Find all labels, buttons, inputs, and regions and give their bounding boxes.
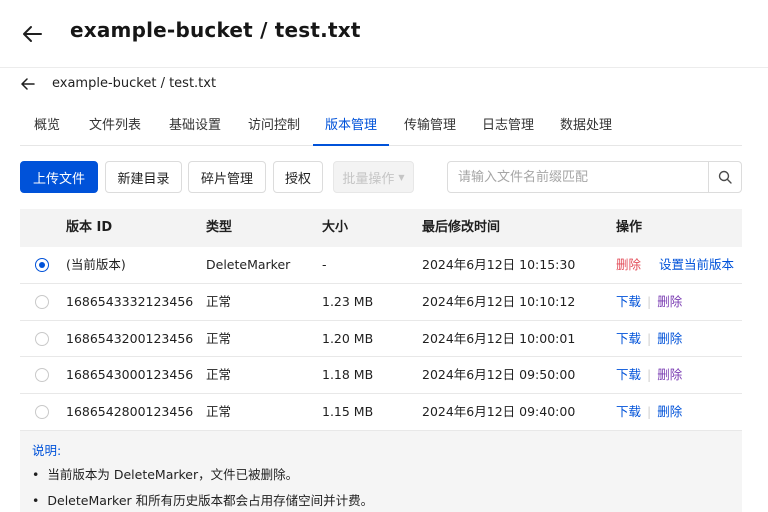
delete-link[interactable]: 删除 — [657, 367, 682, 382]
table-row: 1686543200123456 正常 1.20 MB 2024年6月12日 1… — [20, 320, 742, 358]
action-divider: | — [647, 330, 652, 346]
cell-version-id: 1686543332123456 — [66, 293, 194, 309]
cell-version-id: 1686543200123456 — [66, 330, 194, 346]
cell-modified: 2024年6月12日 09:40:00 — [422, 404, 576, 420]
cell-size: 1.20 MB — [322, 330, 374, 346]
batch-operation-label: 批量操作 — [342, 171, 395, 187]
delete-link[interactable]: 删除 — [657, 294, 682, 309]
chevron-down-icon: ▼ — [398, 172, 405, 182]
batch-operation-button[interactable]: 批量操作 ▼ — [333, 161, 414, 193]
notes-item: DeleteMarker 和所有历史版本都会占用存储空间并计费。 — [32, 489, 730, 512]
column-header-type: 类型 — [206, 220, 233, 235]
column-header-size: 大小 — [322, 220, 349, 235]
action-divider: | — [647, 293, 652, 309]
breadcrumb-path: example-bucket / test.txt — [52, 76, 217, 91]
download-link[interactable]: 下载 — [616, 331, 641, 346]
cell-modified: 2024年6月12日 10:00:01 — [422, 330, 576, 346]
new-directory-button[interactable]: 新建目录 — [105, 161, 182, 193]
table-row: 1686543332123456 正常 1.23 MB 2024年6月12日 1… — [20, 283, 742, 321]
table-row: 1686542800123456 正常 1.15 MB 2024年6月12日 0… — [20, 394, 742, 431]
download-link[interactable]: 下载 — [616, 294, 641, 309]
cell-type: 正常 — [206, 293, 232, 309]
tab-bar: 概览 文件列表 基础设置 访问控制 版本管理 传输管理 日志管理 数据处理 — [20, 108, 742, 146]
table-row: 1686543000123456 正常 1.18 MB 2024年6月12日 0… — [20, 357, 742, 395]
table-header: 版本 ID 类型 大小 最后修改时间 操作 — [20, 209, 742, 247]
notes-title: 说明: — [32, 443, 62, 458]
set-current-version-link[interactable]: 设置当前版本 — [659, 257, 734, 272]
fragment-management-button[interactable]: 碎片管理 — [188, 161, 266, 193]
notes-panel: 说明: 当前版本为 DeleteMarker，文件已被删除。 DeleteMar… — [20, 431, 742, 512]
cell-type: 正常 — [206, 330, 232, 346]
tab-file-list[interactable]: 文件列表 — [89, 108, 141, 146]
delete-link[interactable]: 删除 — [657, 404, 682, 419]
tab-access-control[interactable]: 访问控制 — [248, 108, 300, 146]
tab-transfer-management[interactable]: 传输管理 — [404, 108, 456, 146]
cell-type: 正常 — [206, 367, 232, 383]
page-title: example-bucket / test.txt — [70, 18, 361, 42]
search-input[interactable] — [448, 162, 710, 192]
cell-size: 1.23 MB — [322, 293, 374, 309]
tab-data-processing[interactable]: 数据处理 — [560, 108, 612, 146]
row-radio[interactable] — [35, 368, 49, 383]
column-header-modified: 最后修改时间 — [422, 220, 501, 235]
cell-version-id: 1686543000123456 — [66, 367, 194, 383]
breadcrumb: example-bucket / test.txt — [0, 72, 768, 96]
delete-link[interactable]: 删除 — [657, 331, 682, 346]
cell-size: 1.18 MB — [322, 367, 374, 383]
tab-basic-settings[interactable]: 基础设置 — [169, 108, 221, 146]
cell-size: 1.15 MB — [322, 404, 374, 420]
row-radio[interactable] — [35, 258, 49, 272]
column-header-version-id: 版本 ID — [66, 220, 113, 235]
row-radio[interactable] — [35, 331, 49, 346]
table-row: (当前版本) DeleteMarker - 2024年6月12日 10:15:3… — [20, 247, 742, 284]
toolbar: 上传文件 新建目录 碎片管理 授权 批量操作 ▼ — [20, 161, 742, 194]
cell-version-id: 1686542800123456 — [66, 404, 194, 420]
cell-actions: 下载 | 删除 — [616, 357, 682, 393]
row-radio[interactable] — [35, 294, 49, 309]
cell-type: DeleteMarker — [206, 257, 291, 272]
tab-overview[interactable]: 概览 — [34, 108, 60, 146]
row-radio[interactable] — [35, 405, 49, 420]
cell-version-id: (当前版本) — [66, 257, 126, 272]
download-link[interactable]: 下载 — [616, 367, 641, 382]
download-link[interactable]: 下载 — [616, 404, 641, 419]
cell-actions: 下载 | 删除 — [616, 394, 682, 430]
cell-type: 正常 — [206, 404, 232, 420]
cell-modified: 2024年6月12日 09:50:00 — [422, 367, 576, 383]
cell-actions: 下载 | 删除 — [616, 284, 682, 320]
cell-actions: 下载 | 删除 — [616, 321, 682, 357]
version-table: 版本 ID 类型 大小 最后修改时间 操作 (当前版本) DeleteMarke… — [20, 209, 742, 431]
search-icon[interactable] — [708, 162, 741, 192]
notes-item: 当前版本为 DeleteMarker，文件已被删除。 — [32, 463, 730, 487]
cell-modified: 2024年6月12日 10:15:30 — [422, 257, 576, 272]
authorize-button[interactable]: 授权 — [273, 161, 323, 193]
back-arrow-icon[interactable] — [18, 74, 38, 94]
tab-log-management[interactable]: 日志管理 — [482, 108, 534, 146]
cell-modified: 2024年6月12日 10:10:12 — [422, 293, 576, 309]
action-divider: | — [647, 367, 652, 383]
cell-size: - — [322, 257, 327, 272]
delete-link[interactable]: 删除 — [616, 257, 641, 272]
upload-file-button[interactable]: 上传文件 — [20, 161, 98, 193]
column-header-actions: 操作 — [616, 220, 643, 235]
back-arrow-icon[interactable] — [18, 20, 46, 48]
search-box — [447, 161, 742, 193]
action-divider: | — [647, 404, 652, 420]
cell-actions: 删除 设置当前版本 — [616, 247, 734, 283]
tab-version-management[interactable]: 版本管理 — [313, 108, 389, 146]
page-header: example-bucket / test.txt — [0, 0, 768, 68]
